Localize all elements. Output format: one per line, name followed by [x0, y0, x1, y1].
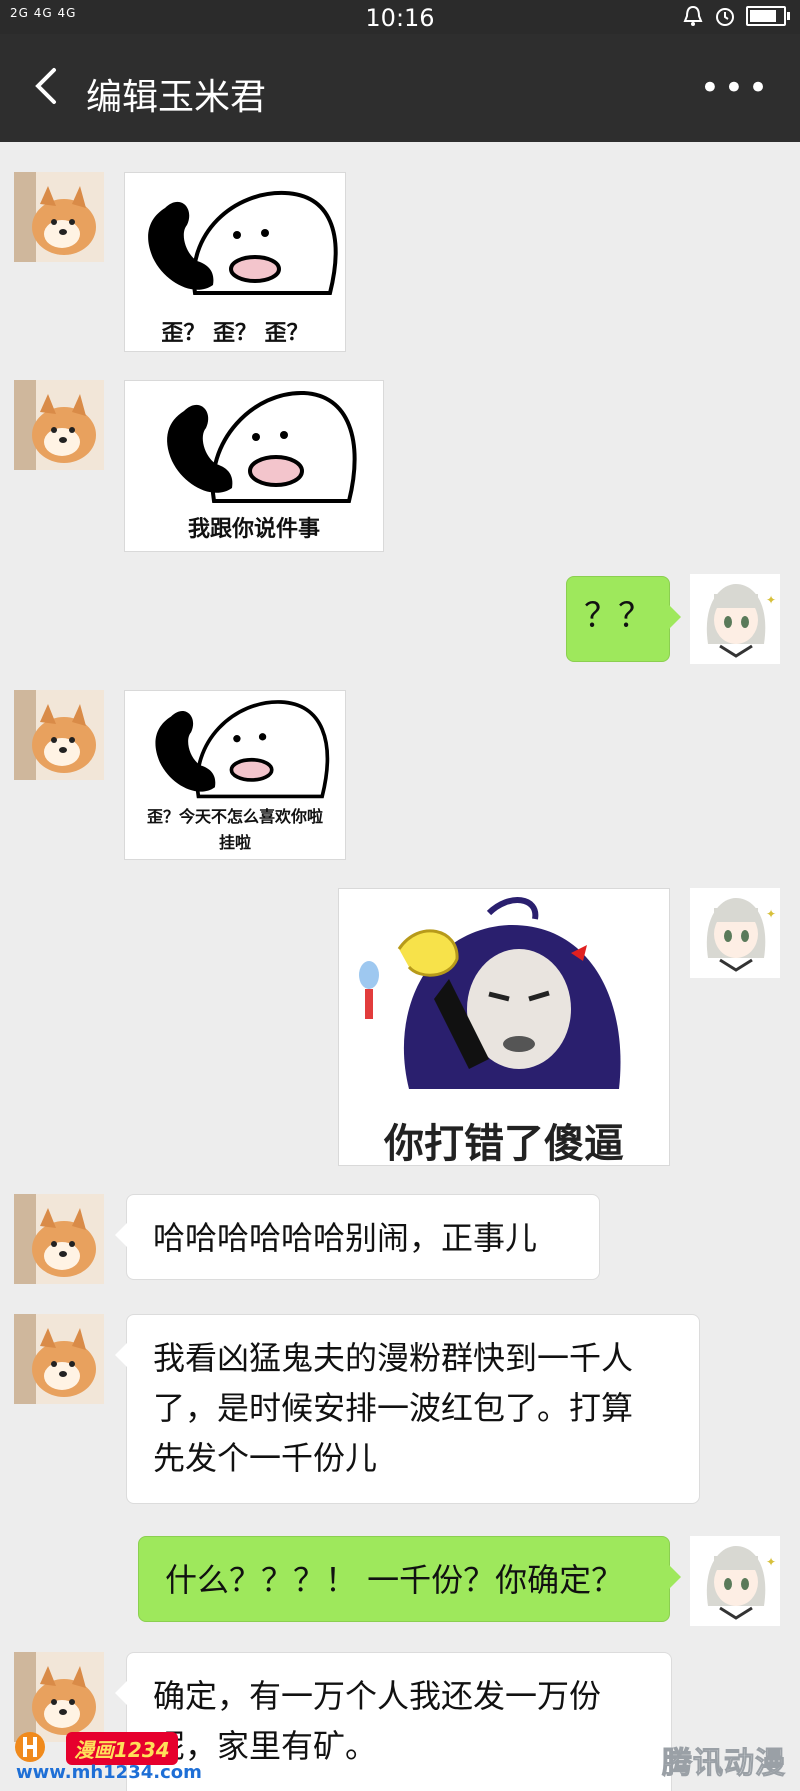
chat-title: 编辑玉米君 [86, 77, 267, 118]
contact-avatar[interactable] [14, 1194, 104, 1284]
sticker-caption: 我跟你说件事 [187, 517, 320, 542]
my-avatar[interactable]: ✦ [690, 1536, 780, 1626]
sticker-message[interactable]: 我跟你说件事 [124, 380, 384, 552]
sticker-caption: 歪？ 歪？ 歪？ [161, 321, 309, 346]
my-avatar[interactable]: ✦ [690, 574, 780, 664]
svg-text:✦: ✦ [766, 907, 776, 921]
status-bar: 2G 4G 4G 10:16 [0, 0, 800, 34]
battery-icon [746, 6, 790, 26]
message-line: 确定，有一万个人我还发一万份 [153, 1677, 602, 1715]
status-icons [682, 5, 790, 27]
received-message-bubble[interactable]: 我看凶猛鬼夫的漫粉群快到一千人 了，是时候安排一波红包了。打算 先发个一千份儿 [115, 1314, 700, 1504]
mh1234-logo-icon [15, 1732, 45, 1762]
sent-message-bubble[interactable]: 什么？？？！ 一千份？你确定？ [138, 1536, 681, 1622]
message-line: 我看凶猛鬼夫的漫粉群快到一千人 [153, 1339, 634, 1377]
contact-avatar[interactable] [14, 172, 104, 262]
message-line: 先发个一千份儿 [153, 1439, 378, 1477]
svg-text:✦: ✦ [766, 593, 776, 607]
watermark-tencent-comics: 腾讯动漫 [662, 1746, 786, 1782]
sticker-message[interactable]: 歪？今天不怎么喜欢你啦 挂啦 [124, 690, 346, 860]
message-line: 了，是时候安排一波红包了。打算 [153, 1389, 634, 1427]
contact-avatar[interactable] [14, 1652, 104, 1742]
contact-avatar[interactable] [14, 380, 104, 470]
received-message-bubble[interactable]: 哈哈哈哈哈哈别闹，正事儿 [115, 1194, 600, 1280]
phone-blob-sticker-icon [155, 700, 330, 799]
sticker-caption-line2: 挂啦 [218, 833, 251, 852]
chat-header: 编辑玉米君 ••• [0, 34, 800, 142]
contact-avatar[interactable] [14, 1314, 104, 1404]
back-arrow-icon[interactable] [26, 64, 66, 108]
received-message-bubble[interactable]: 确定，有一万个人我还发一万份 呢，家里有矿。 [115, 1652, 672, 1791]
watermark-url: www.mh1234.com [16, 1762, 202, 1783]
sent-message-bubble[interactable]: ？？ [566, 576, 681, 662]
more-options-icon[interactable]: ••• [700, 68, 772, 108]
alarm-icon [716, 8, 734, 26]
watermark-mh1234: 漫画1234 www.mh1234.com [10, 1730, 202, 1786]
phone-blob-sticker-icon [148, 190, 338, 295]
svg-text:✦: ✦ [766, 1555, 776, 1569]
phone-blob-sticker-icon [167, 390, 357, 503]
watermark-logo-text: 漫画1234 [66, 1732, 178, 1765]
battery-fill [750, 10, 776, 22]
message-line: 呢，家里有矿。 [153, 1727, 378, 1765]
contact-avatar[interactable] [14, 690, 104, 780]
clock: 10:16 [365, 4, 435, 32]
my-avatar[interactable]: ✦ [690, 888, 780, 978]
sticker-caption: 你打错了傻逼 [384, 1121, 624, 1166]
angry-girl-phone-sticker-icon [339, 889, 669, 1109]
bell-icon [683, 5, 703, 26]
sticker-caption-line1: 歪？今天不怎么喜欢你啦 [146, 807, 323, 826]
sticker-message[interactable]: 你打错了傻逼 [338, 888, 670, 1166]
sticker-message[interactable]: 歪？ 歪？ 歪？ [124, 172, 346, 352]
